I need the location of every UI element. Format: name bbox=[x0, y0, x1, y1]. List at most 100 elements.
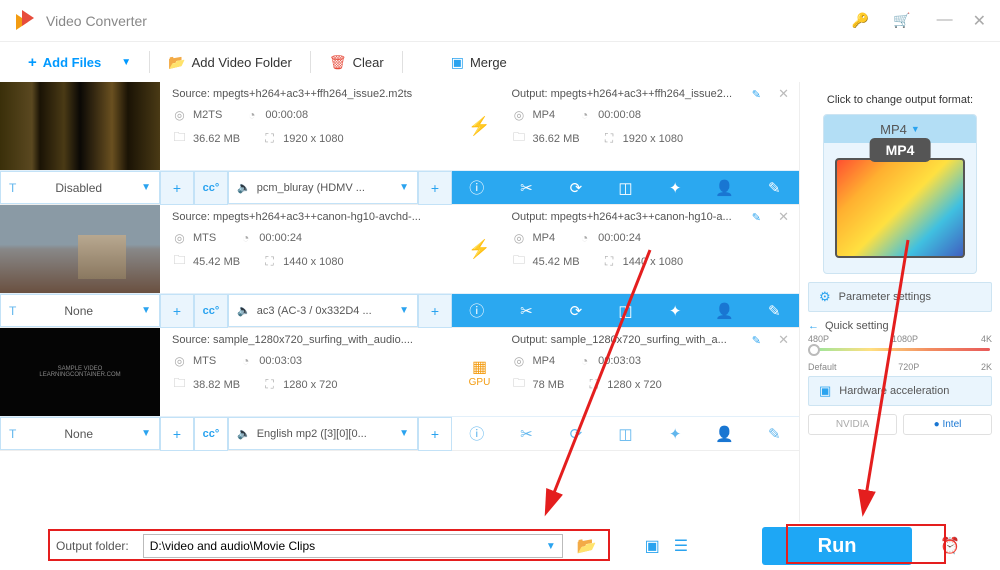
edit-button[interactable]: ✎ bbox=[749, 294, 799, 327]
subtitle-value: Disabled bbox=[55, 181, 102, 195]
subtitle-dropdown[interactable]: TNone▼ bbox=[0, 294, 160, 327]
source-filename: Source: sample_1280x720_surfing_with_aud… bbox=[172, 334, 448, 346]
bottom-bar: Output folder: D:\video and audio\Movie … bbox=[0, 522, 1000, 570]
crop-button[interactable]: ◫ bbox=[601, 294, 651, 327]
format-heading: Click to change output format: bbox=[808, 94, 992, 106]
intel-badge: ● Intel bbox=[903, 414, 992, 435]
remove-item-button[interactable]: ✕ bbox=[778, 209, 789, 225]
audio-dropdown[interactable]: 🔈pcm_bluray (HDMV ...▼ bbox=[228, 171, 418, 204]
trash-icon: 🗑 bbox=[329, 54, 347, 71]
add-subtitle-button[interactable]: + bbox=[160, 171, 194, 205]
crop-button[interactable]: ◫ bbox=[601, 417, 651, 450]
sliders-icon: ⚙ bbox=[819, 289, 831, 305]
add-files-button[interactable]: + Add Files ▼ bbox=[10, 54, 149, 71]
effects-button[interactable]: ✦ bbox=[650, 171, 700, 204]
output-filename: Output: mpegts+h264+ac3++ffh264_issue2..… bbox=[512, 88, 788, 100]
subtitle-dropdown[interactable]: TDisabled▼ bbox=[0, 171, 160, 204]
resize-icon: ⛶ bbox=[602, 131, 617, 146]
edit-icon[interactable]: ✎ bbox=[752, 88, 761, 101]
edit-button[interactable]: ✎ bbox=[749, 171, 799, 204]
out-resolution: 1920 x 1080 bbox=[623, 133, 684, 145]
video-thumbnail[interactable]: SAMPLE VIDEOLEARNINGCONTAINER.COM bbox=[0, 328, 160, 416]
effects-button[interactable]: ✦ bbox=[650, 294, 700, 327]
minimize-button[interactable]: — bbox=[937, 11, 953, 31]
remove-item-button[interactable]: ✕ bbox=[778, 332, 789, 348]
folder-icon: 📂 bbox=[168, 54, 185, 71]
src-resolution: 1920 x 1080 bbox=[283, 133, 344, 145]
speaker-icon: 🔈 bbox=[237, 181, 251, 194]
format-label: MP4 bbox=[880, 122, 907, 137]
clear-button[interactable]: 🗑 Clear bbox=[311, 54, 402, 71]
cart-icon[interactable]: 🛒 bbox=[893, 12, 910, 29]
rotate-button[interactable]: ⟳ bbox=[551, 171, 601, 204]
edit-icon[interactable]: ✎ bbox=[752, 211, 761, 224]
add-audio-button[interactable]: + bbox=[418, 417, 452, 451]
remove-item-button[interactable]: ✕ bbox=[778, 86, 789, 102]
slider-thumb[interactable] bbox=[808, 344, 820, 356]
clock-icon: ◔ bbox=[244, 108, 259, 122]
add-audio-button[interactable]: + bbox=[418, 294, 452, 328]
cc-button[interactable]: cc° bbox=[194, 171, 228, 205]
close-button[interactable]: ✕ bbox=[973, 11, 986, 31]
watermark-button[interactable]: 👤 bbox=[700, 294, 750, 327]
video-thumbnail[interactable] bbox=[0, 82, 160, 170]
add-folder-button[interactable]: 📂 Add Video Folder bbox=[150, 54, 310, 71]
edit-toolstrip: ⓘ✂⟳◫✦👤✎ bbox=[452, 294, 799, 327]
chevron-down-icon[interactable]: ▼ bbox=[546, 541, 556, 552]
window-buttons: — ✕ bbox=[937, 11, 986, 31]
cc-button[interactable]: cc° bbox=[194, 417, 228, 451]
chip-icon: ▣ bbox=[819, 383, 831, 399]
add-subtitle-button[interactable]: + bbox=[160, 417, 194, 451]
quality-slider[interactable]: 480P1080P4K Default720P2K bbox=[808, 334, 992, 368]
edit-icon[interactable]: ✎ bbox=[752, 334, 761, 347]
chevron-down-icon: ▼ bbox=[141, 182, 151, 193]
cut-button[interactable]: ✂ bbox=[502, 171, 552, 204]
gpu-icon: ▦GPU bbox=[460, 328, 500, 416]
edit-button[interactable]: ✎ bbox=[749, 417, 799, 450]
rotate-button[interactable]: ⟳ bbox=[551, 417, 601, 450]
cut-button[interactable]: ✂ bbox=[502, 417, 552, 450]
list-icon[interactable]: ☰ bbox=[674, 536, 688, 556]
add-folder-label: Add Video Folder bbox=[192, 55, 292, 70]
watermark-button[interactable]: 👤 bbox=[700, 171, 750, 204]
cc-button[interactable]: cc° bbox=[194, 294, 228, 328]
output-filename: Output: sample_1280x720_surfing_with_a..… bbox=[512, 334, 788, 346]
hardware-accel-button[interactable]: ▣Hardware acceleration bbox=[808, 376, 992, 406]
output-filename: Output: mpegts+h264+ac3++canon-hg10-a... bbox=[512, 211, 788, 223]
output-folder-input[interactable]: D:\video and audio\Movie Clips ▼ bbox=[143, 534, 563, 558]
output-folder-value: D:\video and audio\Movie Clips bbox=[150, 539, 546, 553]
add-subtitle-button[interactable]: + bbox=[160, 294, 194, 328]
right-panel: Click to change output format: MP4▼ ⚙Par… bbox=[800, 82, 1000, 522]
audio-dropdown[interactable]: 🔈ac3 (AC-3 / 0x332D4 ...▼ bbox=[228, 294, 418, 327]
effects-button[interactable]: ✦ bbox=[650, 417, 700, 450]
mp4-preview-icon bbox=[835, 158, 965, 258]
batch-icon[interactable]: ▣ bbox=[645, 536, 660, 556]
rotate-button[interactable]: ⟳ bbox=[551, 294, 601, 327]
info-button[interactable]: ⓘ bbox=[452, 171, 502, 204]
info-button[interactable]: ⓘ bbox=[452, 294, 502, 327]
out-format: MP4 bbox=[533, 109, 556, 121]
audio-dropdown[interactable]: 🔈English mp2 ([3][0][0...▼ bbox=[228, 417, 418, 450]
output-folder-label: Output folder: bbox=[56, 539, 129, 553]
output-format-selector[interactable]: MP4▼ bbox=[823, 114, 977, 274]
browse-folder-button[interactable]: 📂 bbox=[577, 536, 597, 556]
clear-label: Clear bbox=[353, 55, 384, 70]
video-thumbnail[interactable] bbox=[0, 205, 160, 293]
merge-button[interactable]: ▣ Merge bbox=[433, 54, 525, 71]
info-button[interactable]: ⓘ bbox=[452, 417, 502, 450]
folder-icon: 🗀 bbox=[172, 128, 187, 149]
chevron-down-icon[interactable]: ▼ bbox=[121, 57, 131, 68]
schedule-icon[interactable]: ⏰ bbox=[940, 536, 960, 556]
folder-icon: 🗀 bbox=[512, 128, 527, 149]
parameter-settings-button[interactable]: ⚙Parameter settings bbox=[808, 282, 992, 312]
crop-button[interactable]: ◫ bbox=[601, 171, 651, 204]
title-utility-icons: 🔑 🛒 bbox=[852, 12, 911, 29]
run-button[interactable]: Run bbox=[762, 527, 912, 565]
disc-icon: ◎ bbox=[172, 108, 187, 122]
add-audio-button[interactable]: + bbox=[418, 171, 452, 205]
cut-button[interactable]: ✂ bbox=[502, 294, 552, 327]
watermark-button[interactable]: 👤 bbox=[700, 417, 750, 450]
out-duration: 00:00:08 bbox=[598, 109, 641, 121]
key-icon[interactable]: 🔑 bbox=[852, 12, 869, 29]
subtitle-dropdown[interactable]: TNone▼ bbox=[0, 417, 160, 450]
